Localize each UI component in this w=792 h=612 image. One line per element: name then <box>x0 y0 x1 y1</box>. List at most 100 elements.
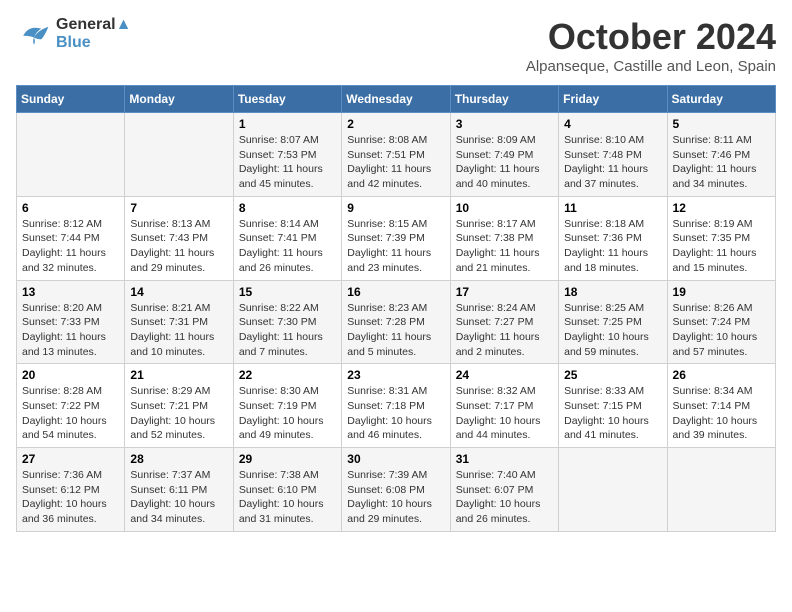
logo-icon <box>16 16 52 52</box>
day-info: Sunrise: 7:37 AMSunset: 6:11 PMDaylight:… <box>130 468 227 527</box>
day-info: Sunrise: 8:07 AMSunset: 7:53 PMDaylight:… <box>239 133 336 192</box>
day-number: 27 <box>22 452 119 466</box>
header-day-tuesday: Tuesday <box>233 86 341 113</box>
day-cell <box>559 448 667 532</box>
day-info: Sunrise: 8:11 AMSunset: 7:46 PMDaylight:… <box>673 133 770 192</box>
day-cell: 10 Sunrise: 8:17 AMSunset: 7:38 PMDayligh… <box>450 196 558 280</box>
calendar-body: 1 Sunrise: 8:07 AMSunset: 7:53 PMDaylight… <box>17 113 776 532</box>
day-number: 7 <box>130 201 227 215</box>
day-info: Sunrise: 8:34 AMSunset: 7:14 PMDaylight:… <box>673 384 770 443</box>
day-number: 25 <box>564 368 661 382</box>
day-cell <box>667 448 775 532</box>
day-info: Sunrise: 8:09 AMSunset: 7:49 PMDaylight:… <box>456 133 553 192</box>
day-number: 6 <box>22 201 119 215</box>
day-cell: 15 Sunrise: 8:22 AMSunset: 7:30 PMDayligh… <box>233 280 341 364</box>
day-number: 2 <box>347 117 444 131</box>
day-cell <box>125 113 233 197</box>
day-cell: 24 Sunrise: 8:32 AMSunset: 7:17 PMDayligh… <box>450 364 558 448</box>
day-cell: 9Sunrise: 8:15 AMSunset: 7:39 PMDaylight… <box>342 196 450 280</box>
day-cell: 21 Sunrise: 8:29 AMSunset: 7:21 PMDayligh… <box>125 364 233 448</box>
day-info: Sunrise: 8:18 AMSunset: 7:36 PMDaylight:… <box>564 217 661 276</box>
logo: General▲ Blue <box>16 16 131 52</box>
logo-text: General▲ Blue <box>56 16 131 52</box>
day-number: 11 <box>564 201 661 215</box>
page-header: General▲ Blue October 2024 Alpanseque, C… <box>16 16 776 75</box>
day-cell: 5 Sunrise: 8:11 AMSunset: 7:46 PMDaylight… <box>667 113 775 197</box>
day-info: Sunrise: 8:19 AMSunset: 7:35 PMDaylight:… <box>673 217 770 276</box>
day-number: 17 <box>456 285 553 299</box>
day-cell <box>17 113 125 197</box>
day-number: 13 <box>22 285 119 299</box>
day-number: 5 <box>673 117 770 131</box>
week-row-5: 27Sunrise: 7:36 AMSunset: 6:12 PMDayligh… <box>17 448 776 532</box>
day-info: Sunrise: 8:24 AMSunset: 7:27 PMDaylight:… <box>456 301 553 360</box>
day-number: 20 <box>22 368 119 382</box>
day-cell: 6 Sunrise: 8:12 AMSunset: 7:44 PMDaylight… <box>17 196 125 280</box>
header-day-monday: Monday <box>125 86 233 113</box>
location: Alpanseque, Castille and Leon, Spain <box>526 58 776 75</box>
day-info: Sunrise: 8:22 AMSunset: 7:30 PMDaylight:… <box>239 301 336 360</box>
day-info: Sunrise: 8:08 AMSunset: 7:51 PMDaylight:… <box>347 133 444 192</box>
day-info: Sunrise: 8:32 AMSunset: 7:17 PMDaylight:… <box>456 384 553 443</box>
day-cell: 26 Sunrise: 8:34 AMSunset: 7:14 PMDayligh… <box>667 364 775 448</box>
day-cell: 18Sunrise: 8:25 AMSunset: 7:25 PMDayligh… <box>559 280 667 364</box>
day-info: Sunrise: 8:29 AMSunset: 7:21 PMDaylight:… <box>130 384 227 443</box>
day-cell: 16 Sunrise: 8:23 AMSunset: 7:28 PMDayligh… <box>342 280 450 364</box>
day-number: 22 <box>239 368 336 382</box>
day-info: Sunrise: 7:39 AMSunset: 6:08 PMDaylight:… <box>347 468 444 527</box>
day-number: 12 <box>673 201 770 215</box>
day-cell: 11 Sunrise: 8:18 AMSunset: 7:36 PMDayligh… <box>559 196 667 280</box>
week-row-3: 13Sunrise: 8:20 AMSunset: 7:33 PMDayligh… <box>17 280 776 364</box>
day-info: Sunrise: 8:14 AMSunset: 7:41 PMDaylight:… <box>239 217 336 276</box>
day-info: Sunrise: 8:17 AMSunset: 7:38 PMDaylight:… <box>456 217 553 276</box>
week-row-4: 20 Sunrise: 8:28 AMSunset: 7:22 PMDayligh… <box>17 364 776 448</box>
header-day-thursday: Thursday <box>450 86 558 113</box>
day-info: Sunrise: 8:13 AMSunset: 7:43 PMDaylight:… <box>130 217 227 276</box>
day-info: Sunrise: 8:10 AMSunset: 7:48 PMDaylight:… <box>564 133 661 192</box>
day-number: 24 <box>456 368 553 382</box>
day-cell: 3 Sunrise: 8:09 AMSunset: 7:49 PMDaylight… <box>450 113 558 197</box>
day-number: 3 <box>456 117 553 131</box>
day-cell: 20 Sunrise: 8:28 AMSunset: 7:22 PMDayligh… <box>17 364 125 448</box>
day-info: Sunrise: 8:30 AMSunset: 7:19 PMDaylight:… <box>239 384 336 443</box>
day-cell: 7 Sunrise: 8:13 AMSunset: 7:43 PMDaylight… <box>125 196 233 280</box>
day-info: Sunrise: 8:23 AMSunset: 7:28 PMDaylight:… <box>347 301 444 360</box>
day-number: 29 <box>239 452 336 466</box>
day-cell: 19 Sunrise: 8:26 AMSunset: 7:24 PMDayligh… <box>667 280 775 364</box>
day-info: Sunrise: 8:26 AMSunset: 7:24 PMDaylight:… <box>673 301 770 360</box>
day-info: Sunrise: 8:28 AMSunset: 7:22 PMDaylight:… <box>22 384 119 443</box>
day-cell: 12 Sunrise: 8:19 AMSunset: 7:35 PMDayligh… <box>667 196 775 280</box>
month-title: October 2024 <box>526 16 776 58</box>
day-cell: 17 Sunrise: 8:24 AMSunset: 7:27 PMDayligh… <box>450 280 558 364</box>
day-info: Sunrise: 8:21 AMSunset: 7:31 PMDaylight:… <box>130 301 227 360</box>
day-cell: 30Sunrise: 7:39 AMSunset: 6:08 PMDayligh… <box>342 448 450 532</box>
day-number: 21 <box>130 368 227 382</box>
day-number: 9 <box>347 201 444 215</box>
day-info: Sunrise: 8:12 AMSunset: 7:44 PMDaylight:… <box>22 217 119 276</box>
day-number: 31 <box>456 452 553 466</box>
header-day-friday: Friday <box>559 86 667 113</box>
day-info: Sunrise: 7:40 AMSunset: 6:07 PMDaylight:… <box>456 468 553 527</box>
day-number: 19 <box>673 285 770 299</box>
day-number: 1 <box>239 117 336 131</box>
header-day-wednesday: Wednesday <box>342 86 450 113</box>
day-cell: 25 Sunrise: 8:33 AMSunset: 7:15 PMDayligh… <box>559 364 667 448</box>
day-number: 26 <box>673 368 770 382</box>
day-number: 16 <box>347 285 444 299</box>
calendar-table: SundayMondayTuesdayWednesdayThursdayFrid… <box>16 85 776 532</box>
day-number: 28 <box>130 452 227 466</box>
day-cell: 29Sunrise: 7:38 AMSunset: 6:10 PMDayligh… <box>233 448 341 532</box>
day-cell: 31 Sunrise: 7:40 AMSunset: 6:07 PMDayligh… <box>450 448 558 532</box>
title-area: October 2024 Alpanseque, Castille and Le… <box>526 16 776 75</box>
week-row-1: 1 Sunrise: 8:07 AMSunset: 7:53 PMDaylight… <box>17 113 776 197</box>
day-info: Sunrise: 8:33 AMSunset: 7:15 PMDaylight:… <box>564 384 661 443</box>
day-cell: 4 Sunrise: 8:10 AMSunset: 7:48 PMDaylight… <box>559 113 667 197</box>
day-number: 4 <box>564 117 661 131</box>
calendar-header: SundayMondayTuesdayWednesdayThursdayFrid… <box>17 86 776 113</box>
day-cell: 27Sunrise: 7:36 AMSunset: 6:12 PMDayligh… <box>17 448 125 532</box>
day-number: 10 <box>456 201 553 215</box>
day-number: 15 <box>239 285 336 299</box>
day-cell: 13Sunrise: 8:20 AMSunset: 7:33 PMDayligh… <box>17 280 125 364</box>
day-number: 14 <box>130 285 227 299</box>
day-info: Sunrise: 8:25 AMSunset: 7:25 PMDaylight:… <box>564 301 661 360</box>
